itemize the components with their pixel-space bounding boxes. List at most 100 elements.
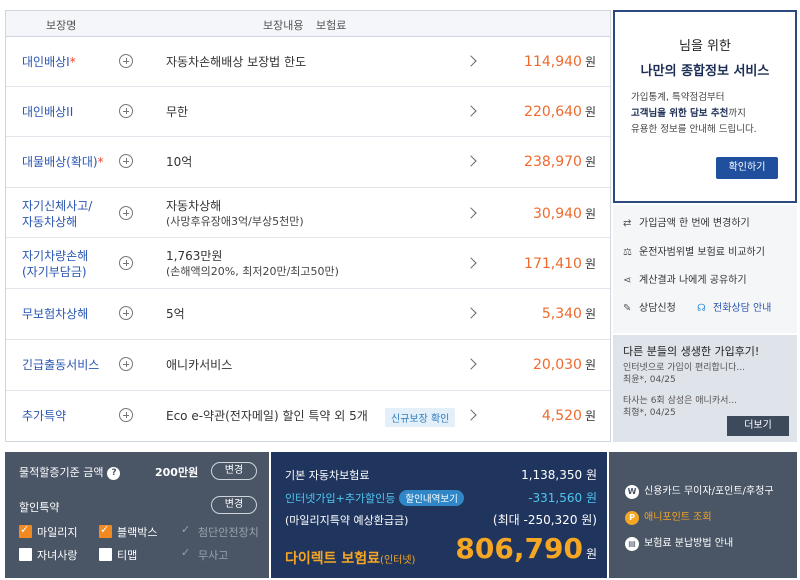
compare-driver-link[interactable]: ⚖ 운전자범위별 보험료 비교하기 bbox=[623, 246, 765, 260]
checkbox-empty-icon bbox=[99, 548, 112, 561]
mileage-checkbox[interactable]: ✓ 마일리지 bbox=[19, 523, 77, 539]
blackbox-checkbox[interactable]: ✓ 블랙박스 bbox=[99, 523, 157, 539]
more-button[interactable]: 더보기 bbox=[727, 416, 789, 436]
checkbox-disabled-icon: ✓ bbox=[181, 523, 191, 536]
table-row[interactable]: 무보험차상해 5억 5,340 원 bbox=[6, 290, 610, 340]
reviews-title: 다른 분들의 생생한 가입후기! bbox=[623, 345, 760, 358]
edit-icon: ✎ bbox=[623, 303, 632, 314]
installment-info-link[interactable]: ▤ 보험료 분납방법 안내 bbox=[625, 534, 733, 551]
expand-plus-icon[interactable] bbox=[119, 306, 133, 320]
table-row[interactable]: 긴급출동서비스 애니카서비스 20,030 원 bbox=[6, 341, 610, 391]
expand-plus-icon[interactable] bbox=[119, 206, 133, 220]
premium-value: 4,520 원 bbox=[541, 408, 596, 424]
premium-value: 30,940 원 bbox=[532, 206, 596, 222]
coverage-name[interactable]: 자기신체사고/자동차상해 bbox=[22, 198, 92, 230]
chevron-right-icon[interactable] bbox=[465, 105, 477, 117]
share-result-link[interactable]: ⋖ 계산결과 나에게 공유하기 bbox=[623, 274, 747, 288]
chevron-right-icon[interactable] bbox=[465, 358, 477, 370]
tmap-checkbox[interactable]: 티맵 bbox=[99, 548, 137, 562]
coverage-content: 1,763만원 (손해액의20%, 최저20만/최고50만) bbox=[166, 249, 339, 278]
discount-label: 할인특약 bbox=[19, 501, 60, 514]
options-panel: 물적할증기준 금액? 200만원 변경 할인특약 변경 ✓ 마일리지 ✓ 블랙박스 … bbox=[5, 452, 269, 578]
premium-value: 220,640 원 bbox=[524, 104, 596, 120]
mileage-refund-value: (최대 -250,320 원) bbox=[492, 513, 597, 527]
consult-apply-link[interactable]: ✎ 상담신청 bbox=[623, 302, 676, 316]
table-row[interactable]: 대인배상II 무한 220,640 원 bbox=[6, 88, 610, 137]
direct-premium-value: 806,790 원 bbox=[455, 532, 597, 565]
safety-device-checkbox: ✓ 첨단안전장치 bbox=[181, 523, 259, 539]
coverage-name[interactable]: 대인배상II bbox=[22, 104, 73, 120]
table-row[interactable]: 대물배상(확대)* 10억 238,970 원 bbox=[6, 138, 610, 188]
review-item[interactable]: 인터넷으로 가입이 편리합니다... 최윤*, 04/25 bbox=[623, 362, 745, 386]
chevron-right-icon[interactable] bbox=[465, 155, 477, 167]
confirm-button[interactable]: 확인하기 bbox=[716, 157, 778, 179]
premium-value: 5,340 원 bbox=[541, 306, 596, 322]
header-name: 보장명 bbox=[46, 19, 77, 32]
discount-label: 인터넷가입+추가할인등 할인내역보기 bbox=[285, 490, 464, 506]
reviews-panel: 다른 분들의 생생한 가입후기! 인터넷으로 가입이 편리합니다... 최윤*, … bbox=[613, 335, 797, 442]
expand-plus-icon[interactable] bbox=[119, 256, 133, 270]
chevron-right-icon[interactable] bbox=[465, 409, 477, 421]
coverage-name[interactable]: 무보험차상해 bbox=[22, 306, 88, 322]
chevron-right-icon[interactable] bbox=[465, 257, 477, 269]
table-row[interactable]: 자기신체사고/자동차상해 자동차상해 (사망후유장애3억/부상5천만) 30,94… bbox=[6, 189, 610, 238]
coverage-content: 5억 bbox=[166, 307, 185, 321]
coverage-name[interactable]: 추가특약 bbox=[22, 408, 66, 424]
chevron-right-icon[interactable] bbox=[465, 55, 477, 67]
checkbox-checked-icon: ✓ bbox=[99, 523, 112, 538]
coverage-content: 자동차손해배상 보장법 한도 bbox=[166, 55, 307, 69]
scale-icon: ⚖ bbox=[623, 247, 632, 258]
coverage-name[interactable]: 대물배상(확대)* bbox=[22, 154, 104, 170]
card-benefit-link[interactable]: W 신용카드 무이자/포인트/후청구 bbox=[625, 482, 774, 499]
anypoint-link[interactable]: P 애니포인트 조회 bbox=[625, 508, 712, 525]
premium-value: 20,030 원 bbox=[532, 357, 596, 373]
coverage-name[interactable]: 대인배상I* bbox=[22, 54, 76, 70]
point-icon: P bbox=[625, 511, 639, 525]
review-item[interactable]: 타사는 6회 삼성은 애니카서... 최형*, 04/25 bbox=[623, 395, 737, 419]
payment-links: W 신용카드 무이자/포인트/후청구 P 애니포인트 조회 ▤ 보험료 분납방법 안내 bbox=[609, 452, 797, 578]
chevron-right-icon[interactable] bbox=[465, 207, 477, 219]
coverage-content: 10억 bbox=[166, 155, 193, 169]
chevron-right-icon[interactable] bbox=[465, 307, 477, 319]
expand-plus-icon[interactable] bbox=[119, 104, 133, 118]
expand-plus-icon[interactable] bbox=[119, 54, 133, 68]
card-icon: W bbox=[625, 485, 639, 499]
change-amount-link[interactable]: ⇄ 가입금액 한 번에 변경하기 bbox=[623, 217, 750, 231]
no-accident-checkbox: ✓ 무사고 bbox=[181, 546, 229, 562]
coverage-content: 무한 bbox=[166, 105, 189, 119]
mileage-refund-label: (마일리지특약 예상환급금) bbox=[285, 514, 409, 527]
calendar-icon: ▤ bbox=[625, 537, 639, 551]
header-content: 보장내용 bbox=[263, 19, 304, 32]
action-links: ⇄ 가입금액 한 번에 변경하기 ⚖ 운전자범위별 보험료 비교하기 ⋖ 계산결과 나… bbox=[613, 205, 797, 333]
discount-value: -331,560 원 bbox=[528, 491, 597, 505]
base-premium-label: 기본 자동차보험료 bbox=[285, 469, 370, 482]
info-description: 가입통계, 특약점검부터 고객님을 위한 담보 추천까지 유용한 정보를 안내해… bbox=[631, 92, 757, 135]
table-row[interactable]: 추가특약 Eco e-약관(전자메일) 할인 특약 외 5개 신규보장 확인 4… bbox=[6, 392, 610, 441]
table-row[interactable]: 대인배상I* 자동차손해배상 보장법 한도 114,940 원 bbox=[6, 37, 610, 87]
expand-plus-icon[interactable] bbox=[119, 408, 133, 422]
direct-premium-label: 다이렉트 보험료(인터넷) bbox=[285, 551, 416, 567]
coverage-name[interactable]: 긴급출동서비스 bbox=[22, 357, 99, 373]
table-header: 보장명 보장내용 보험료 bbox=[6, 11, 610, 37]
info-title-line1: 님을 위한 bbox=[679, 39, 731, 54]
checkbox-checked-icon: ✓ bbox=[19, 523, 32, 538]
personal-info-panel: 님을 위한 나만의 종합정보 서비스 가입통계, 특약점검부터 고객님을 위한 … bbox=[613, 10, 797, 203]
expand-plus-icon[interactable] bbox=[119, 154, 133, 168]
summary-bar: 물적할증기준 금액? 200만원 변경 할인특약 변경 ✓ 마일리지 ✓ 블랙박스 … bbox=[5, 452, 797, 578]
table-row[interactable]: 자기차량손해 (자기부담금) 1,763만원 (손해액의20%, 최저20만/최고5… bbox=[6, 239, 610, 289]
phone-consult-link[interactable]: ☊ 전화상담 안내 bbox=[697, 302, 771, 316]
expand-plus-icon[interactable] bbox=[119, 357, 133, 371]
new-coverage-badge[interactable]: 신규보장 확인 bbox=[385, 408, 456, 427]
coverage-content: Eco e-약관(전자메일) 할인 특약 외 5개 bbox=[166, 409, 368, 423]
coverage-name[interactable]: 자기차량손해 (자기부담금) bbox=[22, 248, 88, 280]
checkbox-disabled-icon: ✓ bbox=[181, 546, 191, 559]
change-property-button[interactable]: 변경 bbox=[211, 462, 257, 480]
premium-value: 171,410 원 bbox=[524, 256, 596, 272]
property-surcharge-label: 물적할증기준 금액? bbox=[19, 464, 121, 480]
discount-detail-button[interactable]: 할인내역보기 bbox=[399, 490, 464, 506]
change-discount-button[interactable]: 변경 bbox=[211, 496, 257, 514]
base-premium-value: 1,138,350 원 bbox=[521, 468, 597, 482]
help-icon[interactable]: ? bbox=[107, 467, 121, 480]
premium-value: 238,970 원 bbox=[524, 154, 596, 170]
child-love-checkbox[interactable]: 자녀사랑 bbox=[19, 548, 77, 562]
